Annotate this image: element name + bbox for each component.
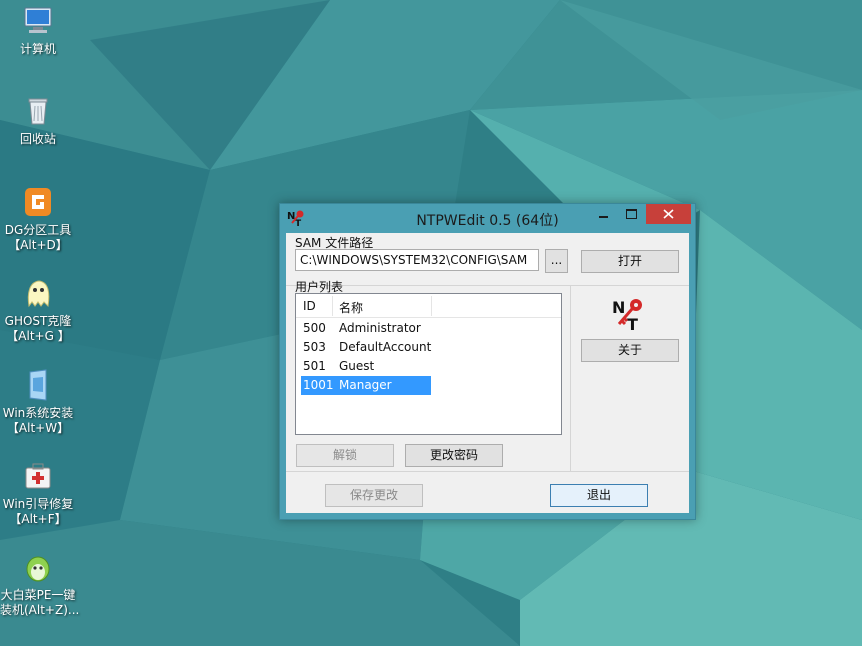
user-list-header: ID 名称 — [296, 294, 561, 318]
sam-path-field[interactable]: C:\WINDOWS\SYSTEM32\CONFIG\SAM — [295, 249, 539, 271]
svg-text:N: N — [612, 298, 625, 317]
column-divider[interactable] — [332, 296, 333, 316]
about-button[interactable]: 关于 — [581, 339, 679, 362]
boot-repair-icon — [25, 463, 51, 489]
change-password-button[interactable]: 更改密码 — [405, 444, 503, 467]
desktop-icon-ghost[interactable]: GHOST克隆 【Alt+G 】 — [0, 276, 76, 344]
column-divider[interactable] — [431, 296, 432, 316]
desktop-icon-label: Win引导修复 — [2, 497, 74, 511]
close-icon — [663, 209, 674, 219]
desktop-icon-shortcut: 【Alt+D】 — [8, 238, 68, 252]
dabaicai-icon — [26, 556, 50, 582]
unlock-button[interactable]: 解锁 — [296, 444, 394, 467]
user-name: Guest — [339, 359, 375, 373]
user-row[interactable]: 500 Administrator — [301, 319, 431, 338]
close-button[interactable] — [646, 204, 691, 224]
separator — [286, 471, 689, 472]
ghost-icon — [27, 280, 50, 308]
recycle-bin-icon — [28, 98, 48, 125]
window-titlebar[interactable]: N T NTPWEdit 0.5 (64位) — [280, 204, 695, 232]
maximize-button[interactable] — [618, 204, 644, 224]
user-id: 503 — [303, 340, 326, 354]
minimize-button[interactable] — [590, 204, 616, 224]
desktop-icon-label: GHOST克隆 — [4, 314, 72, 328]
save-changes-button[interactable]: 保存更改 — [325, 484, 423, 507]
browse-button[interactable]: ... — [545, 249, 568, 273]
user-id: 501 — [303, 359, 326, 373]
desktop-icon-boot-repair[interactable]: Win引导修复 【Alt+F】 — [0, 459, 76, 527]
user-name: DefaultAccount — [339, 340, 432, 354]
desktop-icon-shortcut: 【Alt+F】 — [9, 512, 67, 526]
separator — [286, 285, 689, 286]
desktop-icon-label: DG分区工具 — [4, 223, 72, 237]
desktop-icon-win-install[interactable]: Win系统安装 【Alt+W】 — [0, 368, 76, 436]
desktop-icon-dabaicai[interactable]: 大白菜PE一键 装机(Alt+Z)... — [0, 550, 80, 618]
user-row[interactable]: 503 DefaultAccount — [301, 338, 431, 357]
column-header-id[interactable]: ID — [303, 299, 316, 313]
desktop-icon-shortcut: 【Alt+G 】 — [6, 329, 70, 343]
separator — [570, 285, 571, 471]
ntpwedit-window[interactable]: N T NTPWEdit 0.5 (64位) SAM 文件路径 C:\WINDO… — [279, 203, 696, 520]
svg-text:T: T — [627, 315, 638, 331]
desktop-icon-recycle-bin[interactable]: 回收站 — [0, 94, 76, 147]
open-button[interactable]: 打开 — [581, 250, 679, 273]
desktop-icon-label: 大白菜PE一键 — [0, 588, 76, 602]
user-name: Administrator — [339, 321, 421, 335]
partition-tool-icon — [25, 188, 51, 216]
desktop-icon-shortcut: 【Alt+W】 — [6, 421, 70, 435]
desktop-icon-label: 回收站 — [19, 132, 56, 146]
user-row-selected[interactable]: 1001 Manager — [301, 376, 431, 395]
desktop-icon-label: Win系统安装 — [2, 406, 74, 420]
desktop-icon-computer[interactable]: 计算机 — [0, 4, 76, 57]
desktop-icon-label: 计算机 — [19, 42, 56, 56]
ntpwedit-logo-icon: N T — [612, 298, 642, 331]
exit-button[interactable]: 退出 — [550, 484, 648, 507]
user-id: 1001 — [303, 378, 334, 392]
column-header-name[interactable]: 名称 — [339, 299, 363, 316]
window-client-area: SAM 文件路径 C:\WINDOWS\SYSTEM32\CONFIG\SAM … — [286, 233, 689, 513]
user-list[interactable]: ID 名称 500 Administrator 503 DefaultAccou… — [295, 293, 562, 435]
user-row[interactable]: 501 Guest — [301, 357, 431, 376]
user-name: Manager — [339, 378, 392, 392]
desktop-icon-dg-partition[interactable]: DG分区工具 【Alt+D】 — [0, 185, 76, 253]
windows-install-icon — [29, 369, 47, 401]
computer-icon — [24, 7, 52, 33]
desktop-icon-shortcut: 装机(Alt+Z)... — [0, 603, 80, 617]
user-id: 500 — [303, 321, 326, 335]
